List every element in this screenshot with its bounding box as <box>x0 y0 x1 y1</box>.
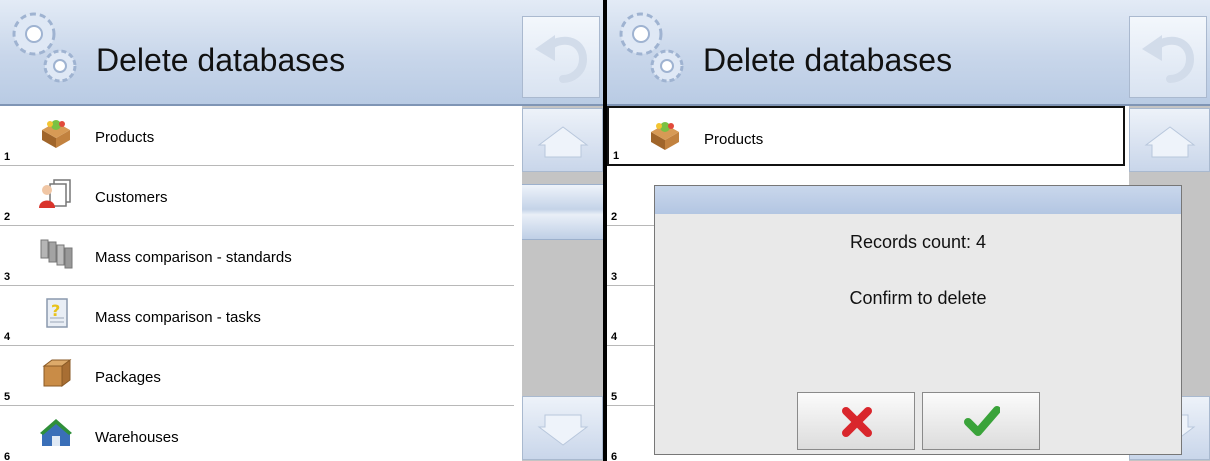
list-item-number: 6 <box>611 451 618 461</box>
list-item-packages[interactable]: Packages 5 <box>0 346 514 406</box>
left-panel: Delete databases Products 1 Customers 2 … <box>0 0 603 461</box>
database-list: Products 1 Customers 2 Mass comparison -… <box>0 106 516 461</box>
scrollbar[interactable] <box>522 106 603 461</box>
list-item-products[interactable]: Products 1 <box>0 106 514 166</box>
list-item-number: 3 <box>4 271 11 283</box>
confirm-prompt-text: Confirm to delete <box>849 288 987 308</box>
list-item-number: 2 <box>611 211 618 223</box>
undo-arrow-icon <box>535 35 588 83</box>
confirm-button[interactable] <box>922 392 1040 450</box>
arrow-down-icon <box>537 414 589 446</box>
warehouse-icon <box>40 419 72 446</box>
list-item-label: Products <box>95 129 155 146</box>
arrow-up-icon <box>537 126 589 158</box>
customers-icon <box>39 179 71 208</box>
list-item-number: 1 <box>4 151 11 163</box>
right-panel: Delete databases Products 1 2 3 4 5 6 Re… <box>607 0 1210 461</box>
list-item-number: 5 <box>4 391 11 403</box>
list-item-label: Products <box>704 131 764 148</box>
weights-icon <box>40 239 73 269</box>
list-item-number: 2 <box>4 211 11 223</box>
list-item-warehouses[interactable]: Warehouses 6 <box>0 406 514 461</box>
scroll-up-button[interactable] <box>522 108 603 172</box>
page-title: Delete databases <box>703 42 953 78</box>
settings-gears-icon <box>12 12 77 83</box>
page-title: Delete databases <box>96 42 346 78</box>
package-icon <box>42 359 72 387</box>
list-item-customers[interactable]: Customers 2 <box>0 166 514 226</box>
tasks-icon: ? <box>46 298 68 328</box>
list-item-label: Warehouses <box>95 429 179 446</box>
settings-gears-icon <box>619 12 684 83</box>
header-bar: Delete databases <box>607 0 1210 106</box>
list-item-number: 4 <box>611 331 618 343</box>
arrow-up-icon <box>1144 126 1196 158</box>
red-x-icon <box>842 407 872 437</box>
records-count-text: Records count: 4 <box>849 232 987 252</box>
list-item-mass-comparison-tasks[interactable]: ? Mass comparison - tasks 4 <box>0 286 514 346</box>
scroll-down-button[interactable] <box>522 396 603 460</box>
list-item-number: 4 <box>4 331 11 343</box>
list-item-label: Packages <box>95 369 161 386</box>
products-box-icon <box>651 122 679 150</box>
list-item-label: Mass comparison - tasks <box>95 309 261 326</box>
back-button[interactable] <box>522 16 600 98</box>
green-check-icon <box>964 406 1000 436</box>
confirm-delete-dialog: Records count: 4 Confirm to delete <box>654 185 1182 455</box>
list-item-number: 6 <box>4 451 11 461</box>
list-item-products[interactable]: Products 1 <box>607 106 1125 166</box>
list-item-label: Mass comparison - standards <box>95 249 292 266</box>
svg-text:?: ? <box>51 301 60 320</box>
undo-arrow-icon <box>1142 35 1195 83</box>
header-bar: Delete databases <box>0 0 603 106</box>
list-item-label: Customers <box>95 189 168 206</box>
cancel-button[interactable] <box>797 392 915 450</box>
scroll-up-button[interactable] <box>1129 108 1210 172</box>
list-item-mass-comparison-standards[interactable]: Mass comparison - standards 3 <box>0 226 514 286</box>
list-item-number: 5 <box>611 391 618 403</box>
back-button[interactable] <box>1129 16 1207 98</box>
products-box-icon <box>42 120 70 148</box>
scroll-thumb[interactable] <box>522 184 603 240</box>
list-item-number: 1 <box>613 150 620 162</box>
list-item-number: 3 <box>611 271 618 283</box>
dialog-titlebar <box>655 186 1181 214</box>
